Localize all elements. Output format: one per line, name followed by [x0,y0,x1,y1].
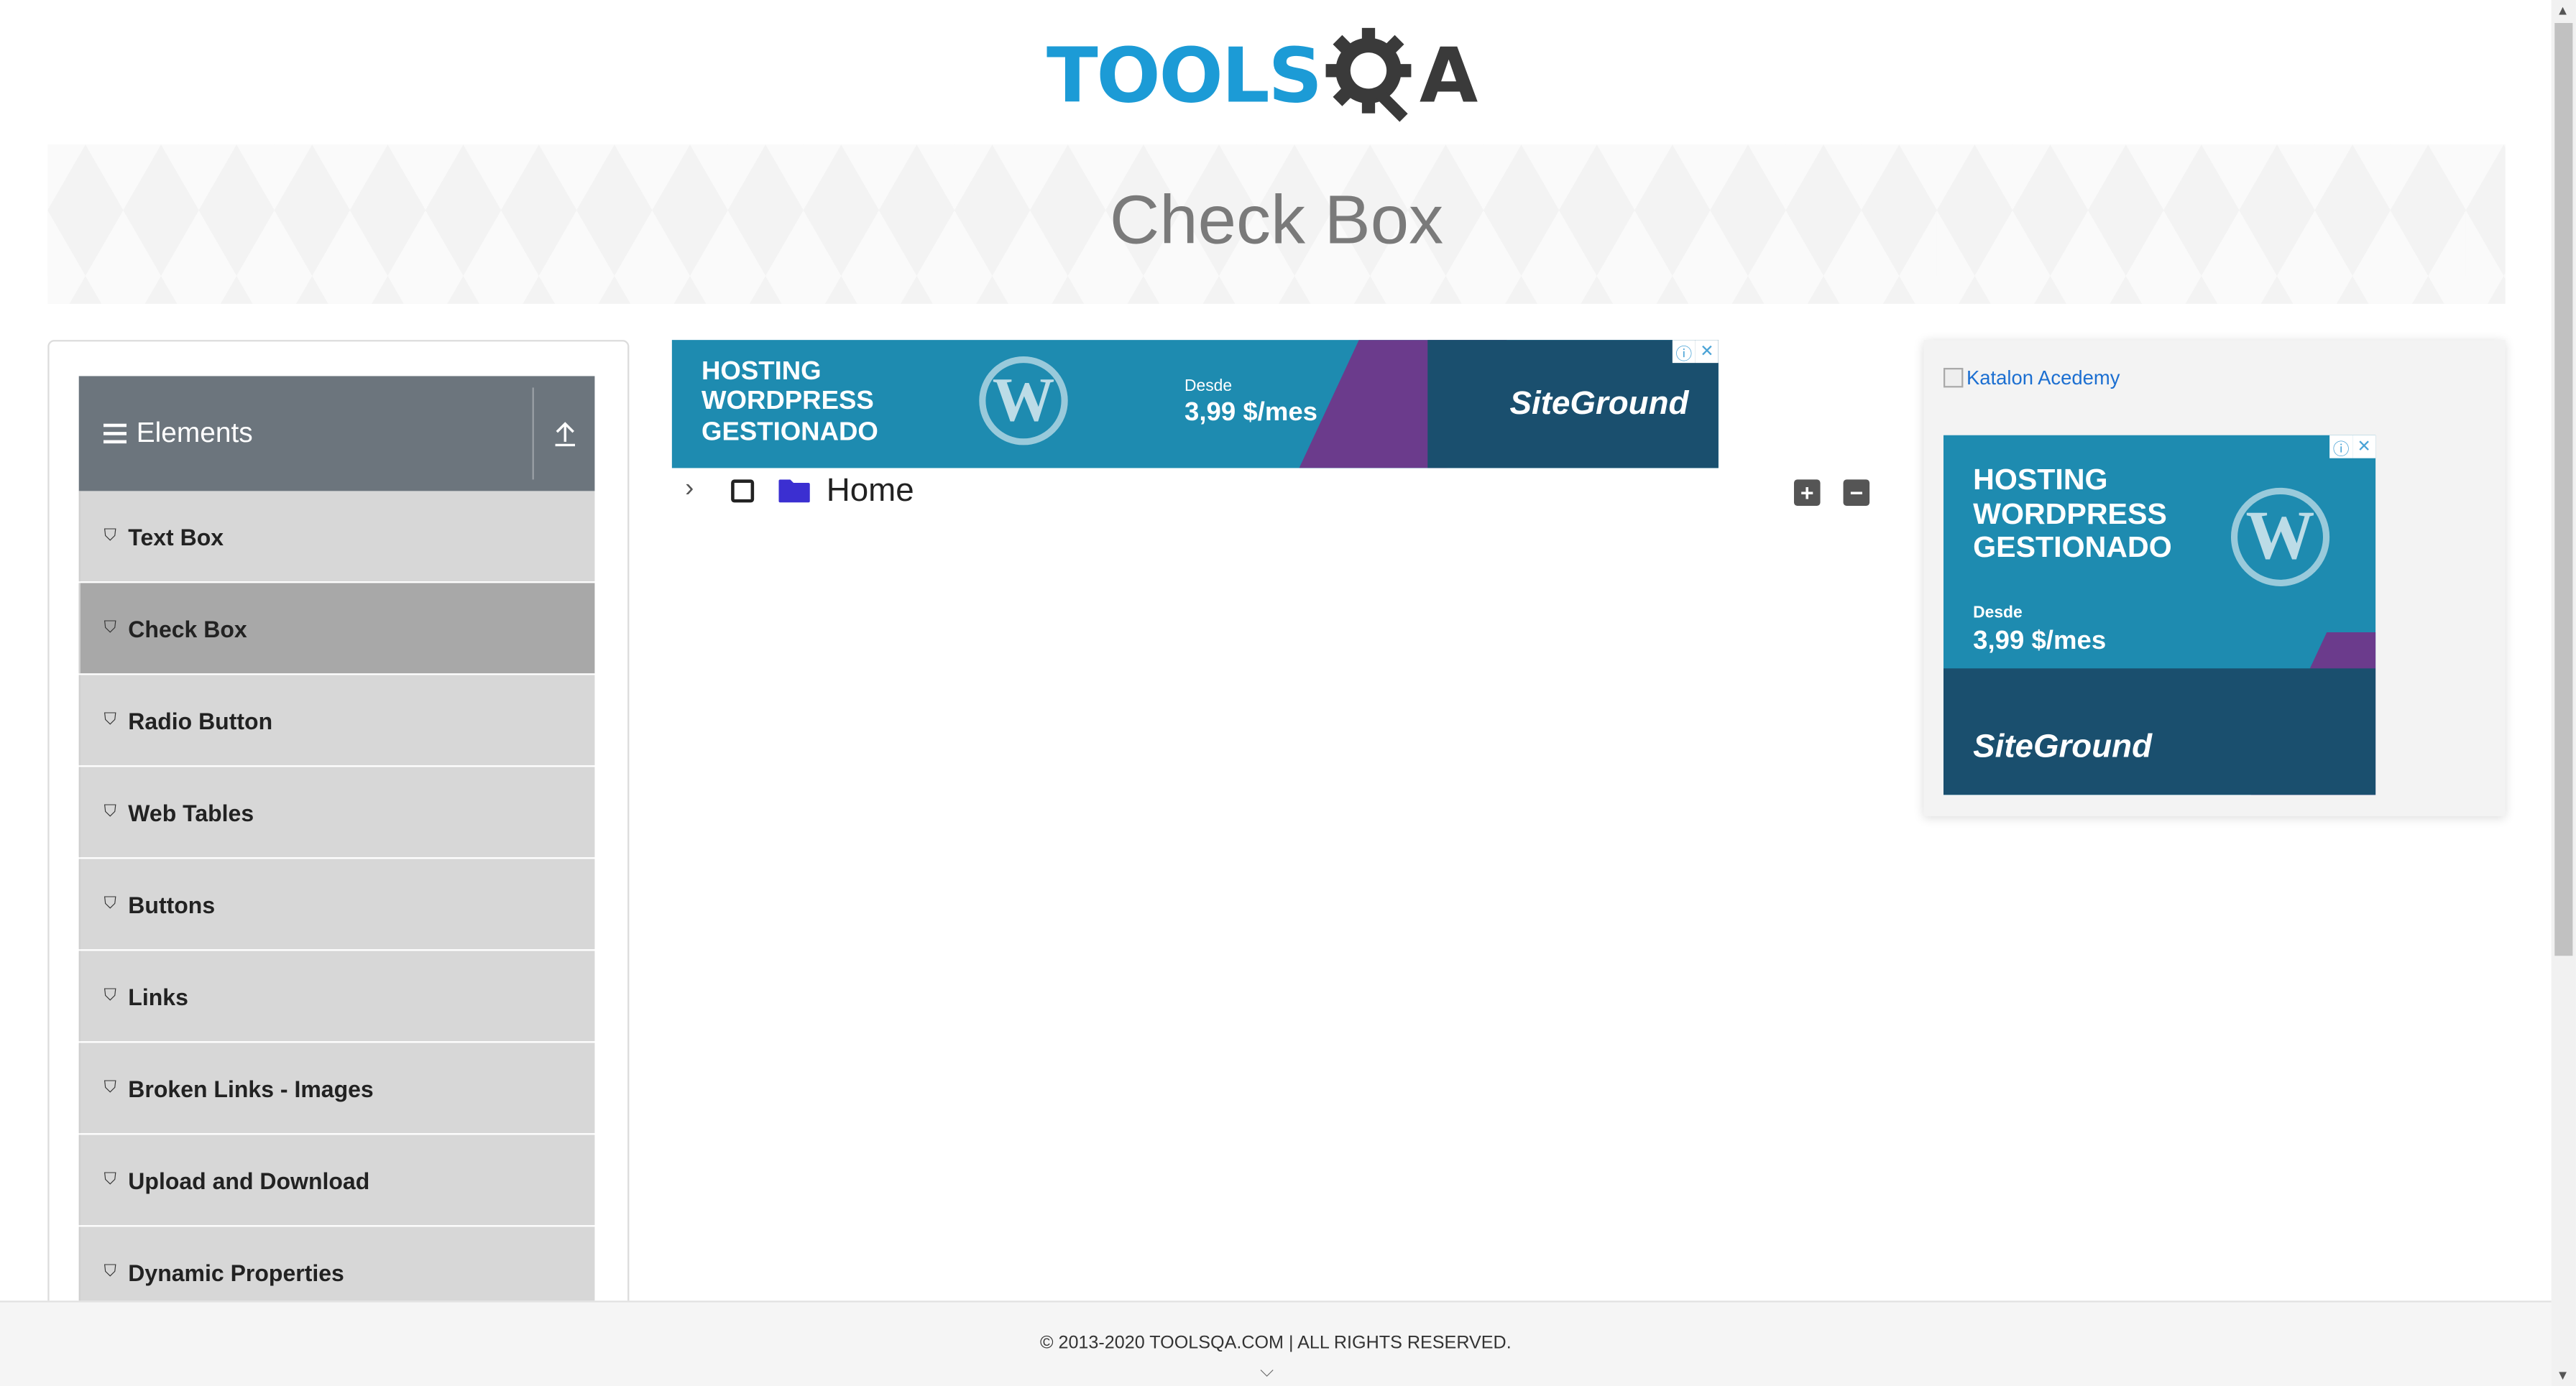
menu-item-text-box[interactable]: ⛉ Text Box [78,491,595,582]
checkbox-tree: › Home + − [682,473,1882,515]
katalon-academy-link[interactable]: Katalon Acedemy [1943,366,2120,389]
menu-item-label: Upload and Download [128,1166,370,1193]
ad-desde: Desde [1973,604,2023,623]
expand-chevron-icon[interactable]: › [685,475,694,504]
expand-all-button[interactable]: + [1793,479,1821,506]
menu-item-upload-download[interactable]: ⛉ Upload and Download [78,1135,595,1226]
menu-item-broken-links[interactable]: ⛉ Broken Links - Images [78,1043,595,1134]
menu-item-label: Text Box [128,522,224,550]
scroll-up-arrow-icon[interactable]: ▲ [2557,4,2570,19]
html5-icon: ⛉ [104,895,116,913]
menu-item-radio-button[interactable]: ⛉ Radio Button [78,675,595,766]
ad-close-controls[interactable]: ⓘ ✕ [2329,435,2376,459]
tree-node-label[interactable]: Home [827,473,914,511]
vertical-scrollbar[interactable]: ▲ ▼ [2551,0,2576,1386]
right-ad-panel: Katalon Acedemy HOSTING WORDPRESS GESTIO… [1923,340,2506,816]
hamburger-icon [103,423,126,444]
gear-magnifier-icon [1325,27,1412,122]
menu-item-label: Broken Links - Images [128,1074,374,1101]
toolsqa-logo[interactable]: TOOLS A [1046,23,1478,128]
menu-item-web-tables[interactable]: ⛉ Web Tables [78,767,595,858]
page-title: Check Box [1109,180,1444,258]
group-title: Elements [136,417,253,448]
ad-info-icon[interactable]: ⓘ [1672,340,1696,364]
collapse-all-button[interactable]: − [1843,479,1870,506]
menu-item-links[interactable]: ⛉ Links [78,951,595,1042]
page: TOOLS A Check Box Elements ⛉ Text Box ⛉ … [0,0,2576,1386]
wordpress-icon: W [979,356,1068,445]
menu-item-label: Check Box [128,614,247,642]
html5-icon: ⛉ [104,1170,116,1189]
wordpress-icon: W [2230,487,2330,586]
menu-item-label: Web Tables [128,798,254,826]
ad-price: 3,99 $/mes [1184,399,1318,428]
katalon-link-text: Katalon Acedemy [1966,366,2120,389]
ad-info-icon[interactable]: ⓘ [2329,435,2353,459]
menu-item-label: Dynamic Properties [128,1258,344,1285]
html5-icon: ⛉ [104,619,116,637]
ad-headline: HOSTING WORDPRESS GESTIONADO [701,358,878,447]
elements-menu-list: ⛉ Text Box ⛉ Check Box ⛉ Radio Button ⛉ Web … [78,491,595,1318]
html5-icon: ⛉ [104,711,116,729]
menu-item-label: Buttons [128,890,216,918]
ad-close-icon[interactable]: ✕ [2352,435,2376,458]
left-sidebar: Elements ⛉ Text Box ⛉ Check Box ⛉ Radio But… [47,340,630,1386]
page-footer: © 2013-2020 TOOLSQA.COM | ALL RIGHTS RES… [0,1300,2552,1386]
html5-icon: ⛉ [104,527,116,545]
siteground-logo: SiteGround [1973,729,2153,766]
ad-close-controls[interactable]: ⓘ ✕ [1672,340,1719,364]
ad-close-icon[interactable]: ✕ [1695,340,1719,364]
logo-text-a: A [1419,31,1478,120]
scroll-thumb[interactable] [2554,22,2573,956]
menu-item-label: Links [128,982,188,1010]
menu-item-label: Radio Button [128,706,273,734]
copyright-text: © 2013-2020 TOOLSQA.COM | ALL RIGHTS RES… [1039,1333,1512,1354]
html5-icon: ⛉ [104,987,116,1005]
ad-price: 3,99 $/mes [1973,627,2107,655]
home-checkbox[interactable] [731,479,755,503]
menu-item-buttons[interactable]: ⛉ Buttons [78,859,595,950]
siteground-logo: SiteGround [1509,386,1689,422]
chevron-down-icon[interactable]: ⌵ [1260,1362,1274,1383]
page-banner: Check Box [47,144,2506,304]
right-advertisement[interactable]: HOSTING WORDPRESS GESTIONADO W Desde 3,9… [1943,435,2376,795]
broken-image-icon [1943,367,1964,388]
logo-text: TOOLS [1046,31,1322,120]
html5-icon: ⛉ [104,1262,116,1281]
ad-desde: Desde [1184,377,1233,396]
ad-headline: HOSTING WORDPRESS GESTIONADO [1973,463,2172,564]
menu-item-check-box[interactable]: ⛉ Check Box [78,583,595,674]
html5-icon: ⛉ [104,803,116,821]
html5-icon: ⛉ [104,1078,116,1097]
elements-group-header[interactable]: Elements [78,376,595,491]
top-advertisement[interactable]: HOSTING WORDPRESS GESTIONADO W Desde 3,9… [671,340,1719,468]
folder-icon [778,479,810,503]
scroll-down-arrow-icon[interactable]: ▼ [2557,1368,2570,1383]
collapse-up-icon[interactable] [534,376,595,491]
